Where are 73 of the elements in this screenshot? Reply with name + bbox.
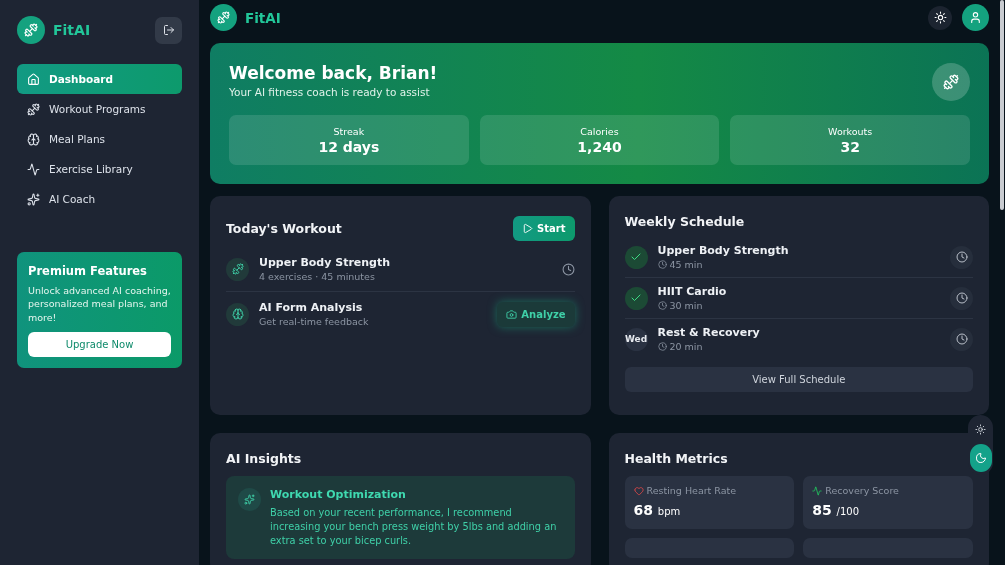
stat-value: 32 bbox=[840, 138, 860, 155]
clock-icon bbox=[561, 262, 575, 276]
view-schedule-button[interactable]: View Full Schedule bbox=[624, 367, 973, 392]
stat-label: Calories bbox=[580, 125, 619, 137]
session-title: Upper Body Strength bbox=[657, 244, 790, 257]
dumbbell-icon bbox=[226, 257, 249, 281]
nav-item[interactable]: Workout Programs bbox=[17, 94, 182, 124]
dumbbell-icon bbox=[932, 63, 970, 101]
theme-button[interactable] bbox=[928, 5, 952, 30]
session-duration: 30 min bbox=[657, 300, 940, 311]
workout-subtitle: Get real-time feedback bbox=[259, 316, 370, 327]
card-title: Health Metrics bbox=[624, 451, 728, 466]
metric-value: 68 bpm bbox=[633, 502, 682, 518]
upgrade-button[interactable]: Upgrade Now bbox=[28, 331, 171, 357]
clock-icon bbox=[657, 301, 667, 310]
workout-title: AI Form Analysis bbox=[259, 301, 364, 314]
camera-icon bbox=[506, 308, 518, 320]
welcome-title: Welcome back, Brian! bbox=[229, 63, 438, 83]
stat-value: 1,240 bbox=[577, 138, 622, 155]
nav-icon bbox=[27, 72, 40, 86]
insight-text: Based on your recent performance, I recommend increasing your bench press weight by 5lbs and adding an extra set to your bicep curls. bbox=[270, 506, 558, 549]
nav-item[interactable]: Exercise Library bbox=[17, 154, 182, 184]
session-title: HIIT Cardio bbox=[657, 285, 728, 298]
brain-icon bbox=[226, 302, 249, 326]
clock-icon bbox=[657, 342, 667, 351]
stat-label: Streak bbox=[333, 125, 365, 137]
heart-icon bbox=[633, 485, 644, 496]
sun-icon bbox=[933, 11, 947, 24]
metric-label: Resting Heart Rate bbox=[646, 485, 737, 496]
analyze-button[interactable]: Analyze bbox=[497, 301, 575, 327]
nav-icon bbox=[27, 192, 40, 206]
pulse-icon bbox=[812, 485, 823, 496]
card-title: AI Insights bbox=[226, 451, 302, 466]
session-duration: 45 min bbox=[657, 259, 940, 270]
premium-text: Unlock advanced AI coaching, personalized meal plans, and more! bbox=[28, 284, 171, 324]
stat-value: 12 days bbox=[318, 138, 380, 155]
session-duration: 20 min bbox=[657, 341, 940, 352]
nav-icon bbox=[27, 162, 40, 176]
day-label: Wed bbox=[624, 327, 648, 351]
stat-label: Workouts bbox=[828, 125, 873, 137]
logo-dumbbell-icon bbox=[210, 4, 237, 31]
moon-button[interactable] bbox=[969, 444, 992, 472]
nav-icon bbox=[27, 132, 40, 146]
workout-subtitle: 4 exercises · 45 minutes bbox=[259, 271, 376, 282]
logo-dumbbell-icon bbox=[17, 16, 45, 44]
clock-icon bbox=[950, 245, 973, 269]
clock-icon bbox=[950, 327, 973, 351]
user-icon bbox=[969, 11, 982, 24]
workout-title: Upper Body Strength bbox=[259, 256, 392, 269]
premium-title: Premium Features bbox=[28, 264, 148, 278]
metric-label: Recovery Score bbox=[825, 485, 899, 496]
metric-value: 85 /100 bbox=[812, 502, 861, 518]
profile-button[interactable] bbox=[962, 4, 989, 31]
welcome-subtitle: Your AI fitness coach is ready to assist bbox=[229, 86, 431, 98]
nav-item[interactable]: AI Coach bbox=[17, 184, 182, 214]
insight-title: Workout Optimization bbox=[270, 488, 407, 501]
nav-item[interactable]: Dashboard bbox=[17, 64, 182, 94]
clock-icon bbox=[950, 286, 973, 310]
card-title: Today's Workout bbox=[226, 221, 342, 236]
brand-name: FitAI bbox=[245, 9, 281, 26]
clock-icon bbox=[657, 260, 667, 269]
play-icon bbox=[522, 223, 534, 234]
logout-button[interactable] bbox=[155, 16, 182, 44]
session-title: Rest & Recovery bbox=[657, 326, 761, 339]
moon-icon bbox=[974, 452, 987, 464]
sparkles-icon bbox=[238, 488, 261, 511]
card-title: Weekly Schedule bbox=[624, 214, 745, 229]
nav-item[interactable]: Meal Plans bbox=[17, 124, 182, 154]
start-button[interactable]: Start bbox=[513, 216, 575, 241]
logout-icon bbox=[162, 24, 175, 36]
sun-icon bbox=[975, 423, 986, 435]
nav-icon bbox=[27, 102, 40, 116]
brand-name: FitAI bbox=[53, 22, 91, 38]
